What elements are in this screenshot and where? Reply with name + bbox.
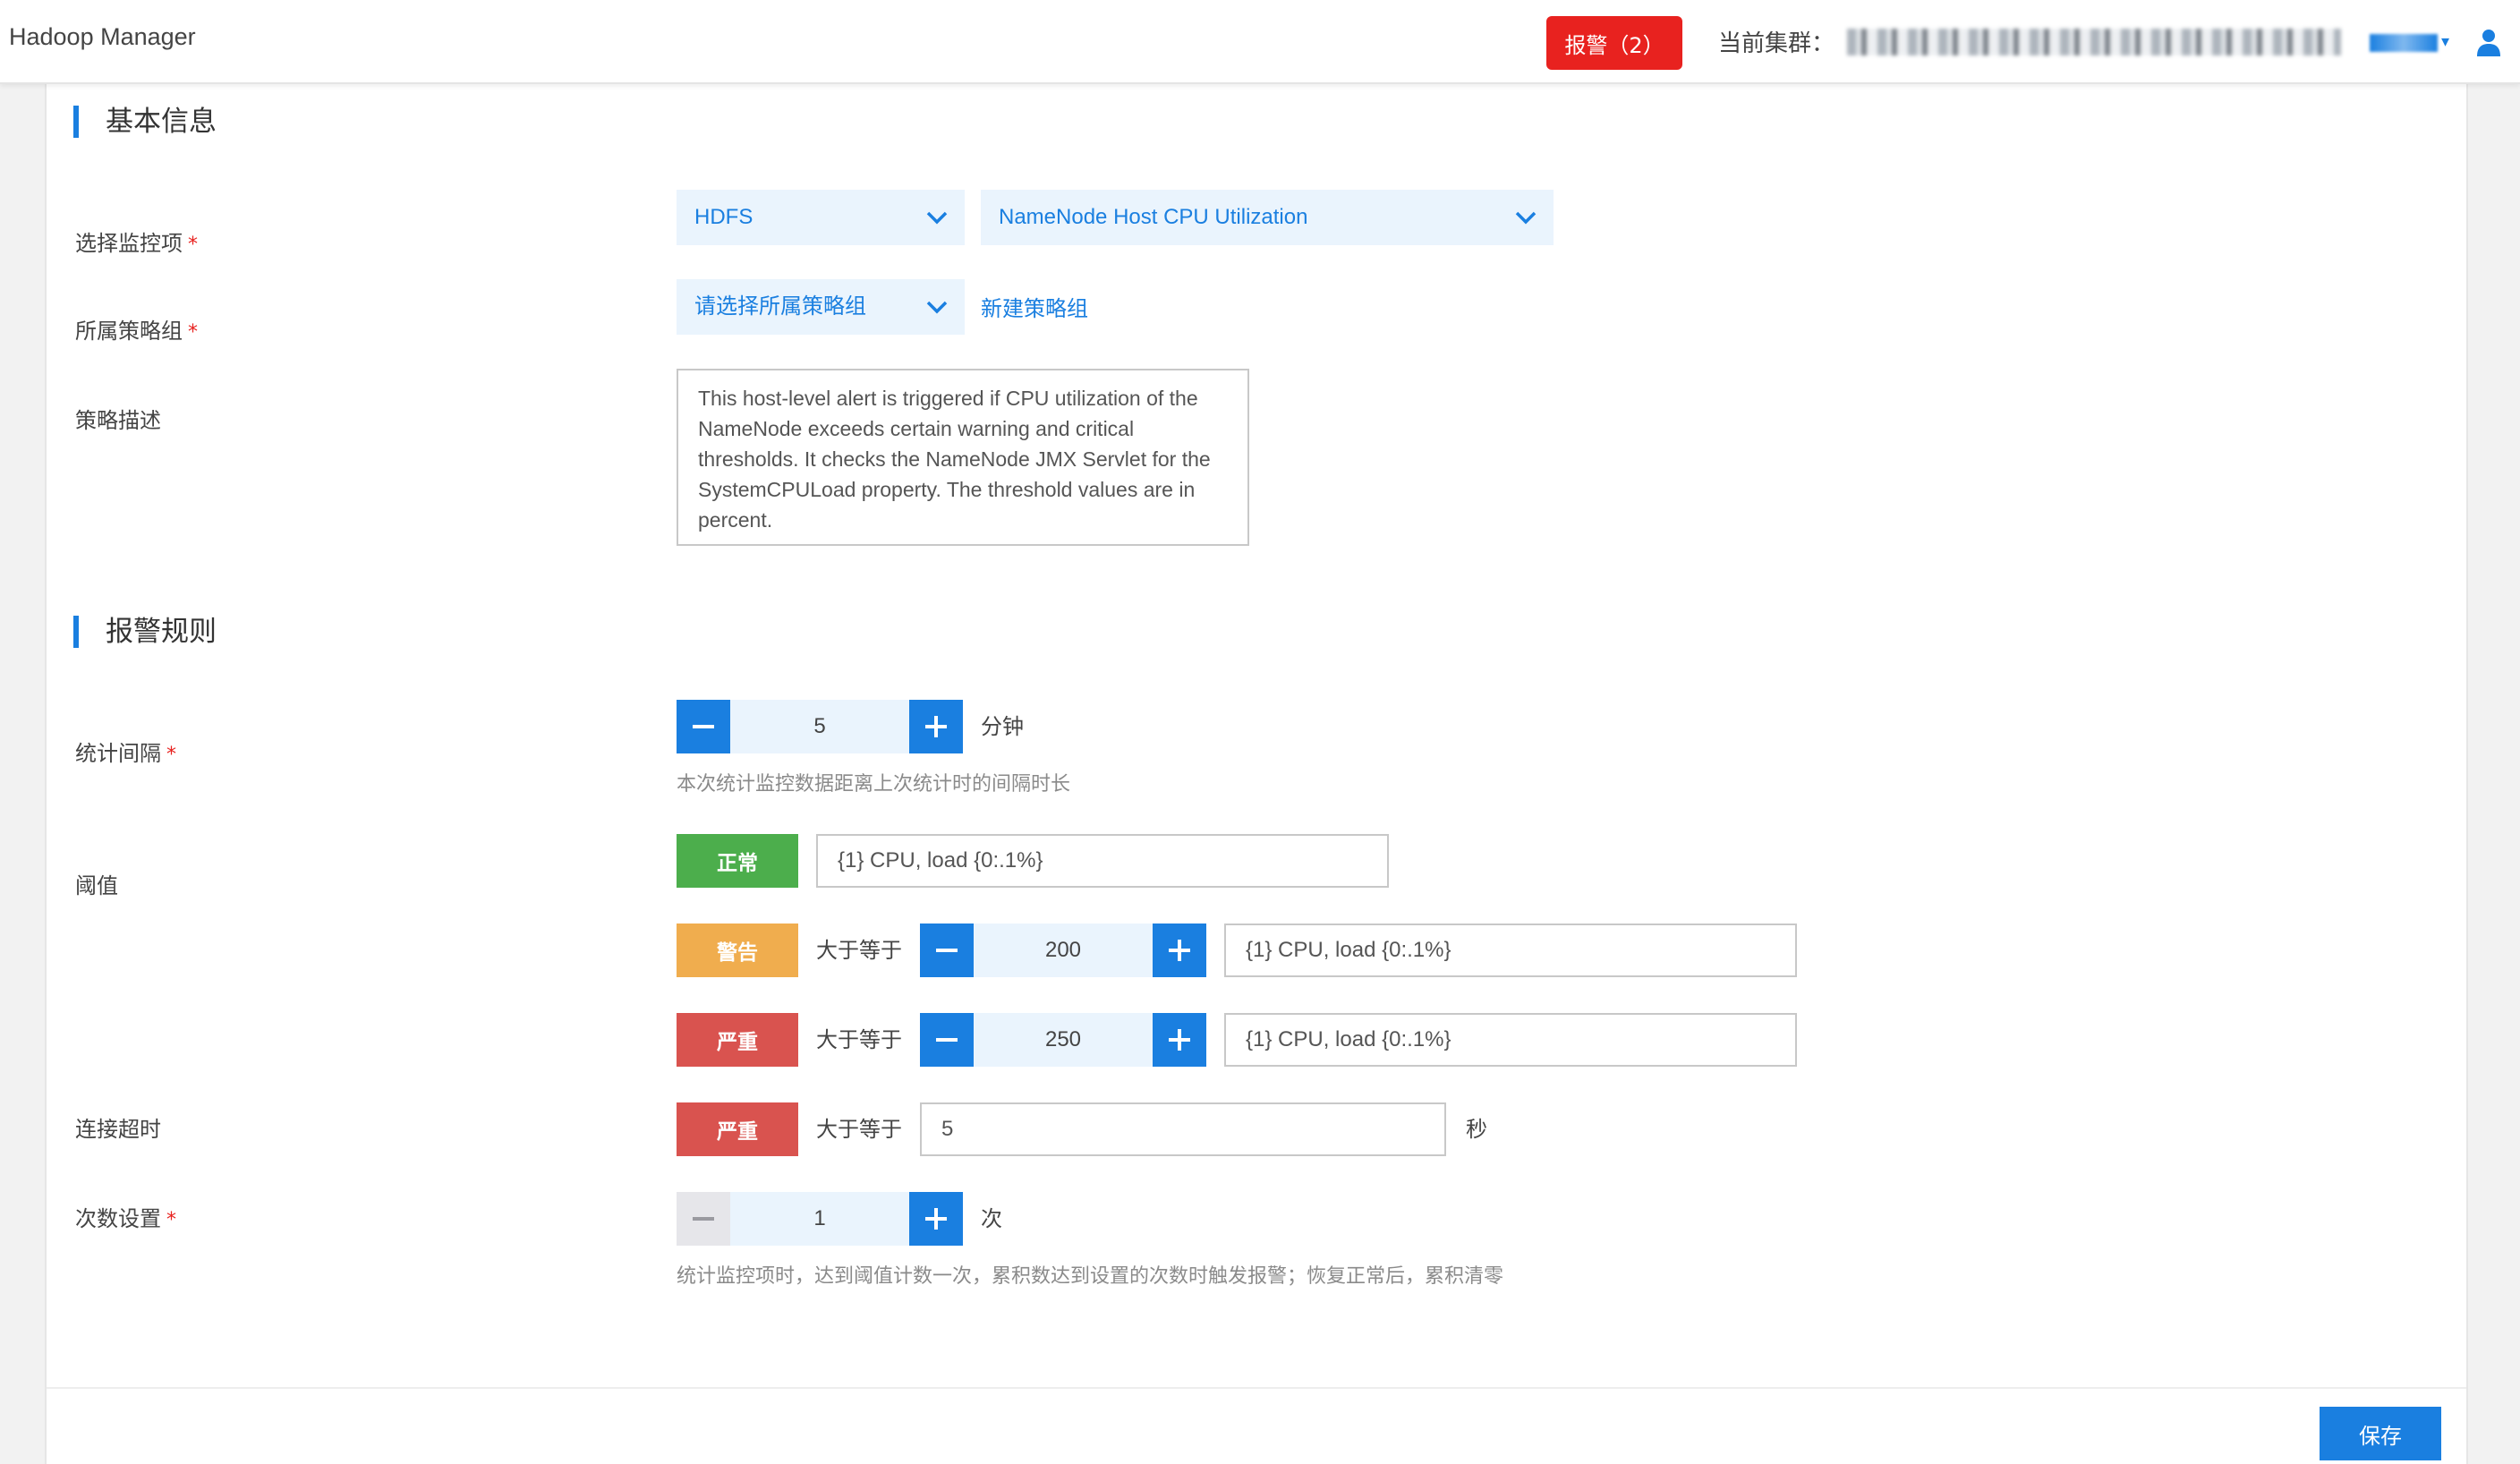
timeout-operator: 大于等于 <box>816 1117 902 1142</box>
monitor-item-label: 选择监控项 * <box>75 217 198 270</box>
service-select[interactable]: HDFS <box>677 190 965 245</box>
minus-icon <box>693 725 714 728</box>
plus-icon <box>1169 1029 1190 1051</box>
username-redacted[interactable] <box>2370 34 2438 52</box>
threshold-label: 阈值 <box>75 873 118 898</box>
interval-value[interactable]: 5 <box>730 700 909 753</box>
interval-unit: 分钟 <box>981 714 1024 739</box>
plus-icon <box>925 716 947 737</box>
timeout-critical-badge: 严重 <box>677 1102 798 1156</box>
service-select-value: HDFS <box>694 205 753 229</box>
section-title-basic-info: 基本信息 <box>73 104 217 140</box>
save-button[interactable]: 保存 <box>2320 1407 2441 1460</box>
policy-group-select[interactable]: 请选择所属策略组 <box>677 279 965 335</box>
warning-badge: 警告 <box>677 924 798 977</box>
warning-operator: 大于等于 <box>816 938 902 963</box>
new-policy-group-link[interactable]: 新建策略组 <box>981 281 1088 336</box>
description-textarea[interactable]: This host-level alert is triggered if CP… <box>677 369 1249 546</box>
decrement-button[interactable] <box>920 924 974 977</box>
count-hint: 统计监控项时，达到阈值计数一次，累积数达到设置的次数时触发报警；恢复正常后，累积… <box>677 1265 1504 1288</box>
description-label: 策略描述 <box>75 408 161 433</box>
count-unit: 次 <box>981 1206 1002 1231</box>
critical-operator: 大于等于 <box>816 1027 902 1052</box>
minus-icon <box>693 1217 714 1221</box>
metric-select[interactable]: NameNode Host CPU Utilization <box>981 190 1554 245</box>
footer-divider <box>47 1387 2466 1389</box>
alerts-button[interactable]: 报警（2） <box>1546 16 1682 70</box>
critical-stepper[interactable]: 250 <box>920 1013 1206 1067</box>
required-mark: * <box>188 321 198 344</box>
section-title-alert-rules: 报警规则 <box>73 614 217 650</box>
count-label: 次数设置 * <box>75 1192 176 1246</box>
critical-badge: 严重 <box>677 1013 798 1067</box>
required-mark: * <box>166 1209 176 1231</box>
increment-button[interactable] <box>909 1192 963 1246</box>
warning-stepper[interactable]: 200 <box>920 924 1206 977</box>
cluster-name-redacted[interactable] <box>1847 29 2341 55</box>
policy-group-label-text: 所属策略组 <box>75 319 183 344</box>
required-mark: * <box>166 744 176 766</box>
interval-hint: 本次统计监控数据距离上次统计时的间隔时长 <box>677 773 1071 796</box>
user-menu-caret-icon[interactable]: ▾ <box>2441 32 2449 51</box>
current-cluster-label: 当前集群： <box>1718 30 1835 57</box>
warning-message-input[interactable]: {1} CPU, load {0:.1%} <box>1224 924 1797 977</box>
interval-label: 统计间隔 * <box>75 727 176 780</box>
increment-button[interactable] <box>1153 924 1206 977</box>
monitor-item-label-text: 选择监控项 <box>75 231 183 256</box>
critical-value[interactable]: 250 <box>974 1013 1153 1067</box>
required-mark: * <box>188 234 198 256</box>
timeout-value-input[interactable]: 5 <box>920 1102 1446 1156</box>
decrement-button[interactable] <box>677 700 730 753</box>
increment-button[interactable] <box>909 700 963 753</box>
critical-message-input[interactable]: {1} CPU, load {0:.1%} <box>1224 1013 1797 1067</box>
top-navbar: Hadoop Manager 报警（2） 当前集群： ▾ <box>0 0 2520 84</box>
chevron-down-icon <box>926 211 948 225</box>
chevron-down-icon <box>926 301 948 314</box>
increment-button[interactable] <box>1153 1013 1206 1067</box>
policy-form-panel: 基本信息 选择监控项 * HDFS NameNode Host CPU Utili… <box>45 84 2468 1464</box>
plus-icon <box>925 1208 947 1230</box>
user-icon[interactable] <box>2475 27 2502 57</box>
count-value[interactable]: 1 <box>730 1192 909 1246</box>
page-scrollbar[interactable] <box>2497 84 2520 1464</box>
metric-select-value: NameNode Host CPU Utilization <box>999 205 1308 229</box>
normal-badge: 正常 <box>677 834 798 888</box>
policy-group-placeholder: 请选择所属策略组 <box>694 294 866 319</box>
interval-label-text: 统计间隔 <box>75 741 161 766</box>
timeout-unit: 秒 <box>1466 1117 1487 1142</box>
warning-value[interactable]: 200 <box>974 924 1153 977</box>
count-label-text: 次数设置 <box>75 1206 161 1231</box>
count-stepper[interactable]: 1 <box>677 1192 963 1246</box>
plus-icon <box>1169 940 1190 961</box>
minus-icon <box>936 1038 958 1042</box>
interval-stepper[interactable]: 5 <box>677 700 963 753</box>
policy-group-label: 所属策略组 * <box>75 304 198 358</box>
decrement-button[interactable] <box>677 1192 730 1246</box>
decrement-button[interactable] <box>920 1013 974 1067</box>
normal-message-input[interactable]: {1} CPU, load {0:.1%} <box>816 834 1389 888</box>
app-title: Hadoop Manager <box>9 23 196 50</box>
timeout-label: 连接超时 <box>75 1117 161 1142</box>
chevron-down-icon <box>1515 211 1537 225</box>
minus-icon <box>936 949 958 952</box>
